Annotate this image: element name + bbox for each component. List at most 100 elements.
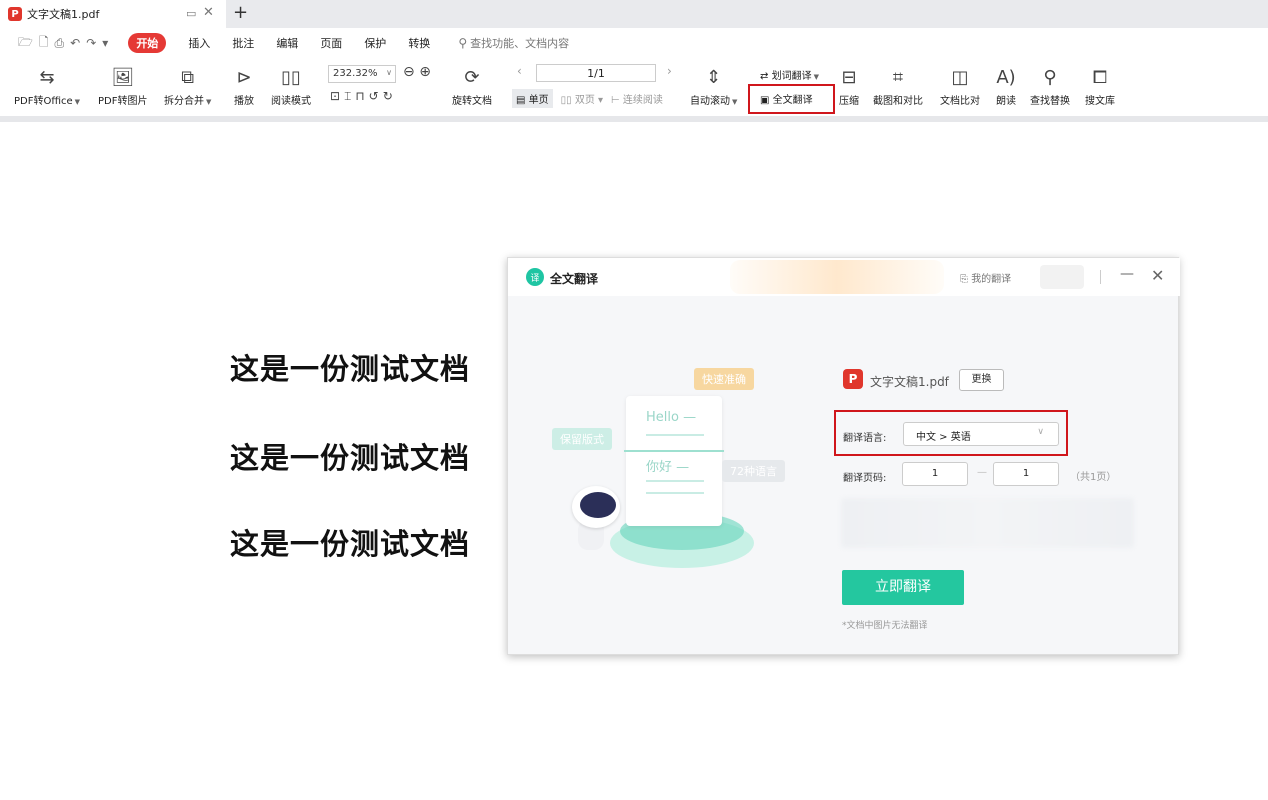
- chevron-down-icon: ▼: [74, 98, 81, 106]
- pdf-to-image-label: PDF转图片: [98, 96, 148, 107]
- customize-icon[interactable]: ▾: [102, 36, 108, 50]
- pin-icon[interactable]: ▭: [186, 7, 196, 20]
- full-translate-dialog: 译 全文翻译 ⎘ 我的翻译 — ✕ Hello — 你好 — 快速准确 保留版式…: [507, 257, 1180, 655]
- fit-width-icon[interactable]: ⊓: [355, 89, 368, 103]
- compress-icon: ⊟: [841, 66, 857, 88]
- word-translate-button[interactable]: ⇄ 划词翻译 ▼: [760, 67, 819, 82]
- prev-page-icon[interactable]: ‹: [517, 64, 522, 78]
- continuous-read-label: 连续阅读: [622, 95, 663, 106]
- actual-size-icon[interactable]: ⊡: [330, 89, 344, 103]
- play-label: 播放: [234, 96, 254, 107]
- save-icon[interactable]: 🗋: [39, 33, 49, 54]
- illustration-line: [624, 450, 724, 452]
- pdf-file-icon: P: [843, 369, 863, 389]
- translate-now-button[interactable]: 立即翻译: [842, 570, 964, 605]
- illustration-line: [646, 492, 704, 494]
- ribbon-divider: [0, 116, 1268, 122]
- split-merge-button[interactable]: ⧉ 拆分合并 ▼: [164, 64, 211, 108]
- menu-row: 🗁 🗋 ⎙ ↶ ↷ ▾ 开始 插入 批注 编辑 页面 保护 转换 ⚲ 查找功能、…: [0, 28, 1268, 58]
- doc-compare-label: 文档比对: [940, 96, 980, 107]
- speaker-icon: A): [996, 66, 1016, 88]
- rotate-right-icon[interactable]: ↻: [383, 89, 397, 103]
- feature-search[interactable]: ⚲ 查找功能、文档内容: [458, 35, 569, 51]
- pdf-to-office-button[interactable]: ⇆ PDF转Office ▼: [14, 64, 81, 108]
- bubble-fast: 快速准确: [694, 368, 754, 390]
- page-from-input[interactable]: 1: [902, 462, 968, 486]
- image-icon: 🖼: [111, 66, 135, 88]
- single-page-button[interactable]: ▤ 单页: [512, 89, 553, 108]
- page-to-input[interactable]: 1: [993, 462, 1059, 486]
- rotate-button[interactable]: ⟳ 旋转文档: [452, 64, 492, 108]
- document-line: 这是一份测试文档: [230, 527, 471, 561]
- add-tab-icon[interactable]: +: [233, 2, 248, 23]
- compare-icon: ◫: [951, 66, 969, 88]
- illustration-line: [646, 434, 704, 436]
- page-number-input[interactable]: 1/1: [536, 64, 656, 82]
- find-replace-button[interactable]: ⚲ 查找替换: [1030, 64, 1070, 108]
- read-mode-button[interactable]: ▯▯ 阅读模式: [271, 64, 311, 108]
- minimize-icon[interactable]: —: [1120, 266, 1134, 282]
- close-icon[interactable]: ✕: [1151, 266, 1164, 285]
- screenshot-compare-button[interactable]: ⌗ 截图和对比: [873, 64, 923, 108]
- page-total: （共1页）: [1070, 472, 1117, 483]
- open-icon[interactable]: 🗁: [18, 33, 33, 54]
- book-icon: ▯▯: [281, 66, 301, 88]
- rotate-label: 旋转文档: [452, 96, 492, 107]
- compress-label: 压缩: [839, 96, 859, 107]
- illustration-line: [646, 480, 704, 482]
- tab-protect[interactable]: 保护: [364, 35, 386, 51]
- header-divider: [1100, 270, 1101, 284]
- auto-scroll-button[interactable]: ⇕ 自动滚动 ▼: [690, 64, 737, 108]
- translate-icon: ⇄: [760, 71, 769, 82]
- undo-icon[interactable]: ↶: [70, 36, 80, 50]
- double-page-button[interactable]: ▯▯ 双页 ▾: [561, 91, 603, 106]
- fit-page-icon[interactable]: ⌶: [344, 89, 355, 103]
- print-icon[interactable]: ⎙: [55, 36, 65, 51]
- rotate-left-icon[interactable]: ↺: [369, 89, 383, 103]
- screenshot-icon: ⌗: [892, 66, 904, 88]
- tab-annotate[interactable]: 批注: [232, 35, 254, 51]
- next-page-icon[interactable]: ›: [667, 64, 672, 78]
- bubble-keep-format: 保留版式: [552, 428, 612, 450]
- user-avatar[interactable]: [1040, 265, 1084, 289]
- tab-page[interactable]: 页面: [320, 35, 342, 51]
- file-name: 文字文稿1.pdf: [870, 375, 949, 389]
- chevron-down-icon: ▼: [813, 73, 819, 81]
- compress-button[interactable]: ⊟ 压缩: [839, 64, 859, 108]
- read-aloud-button[interactable]: A) 朗读: [996, 64, 1016, 108]
- zoom-out-icon[interactable]: ⊖: [403, 64, 415, 80]
- illustration-nihao: 你好 —: [646, 460, 690, 475]
- my-translations-link[interactable]: ⎘ 我的翻译: [960, 270, 1011, 285]
- document-line: 这是一份测试文档: [230, 352, 471, 386]
- tab-edit[interactable]: 编辑: [276, 35, 298, 51]
- illustration-hello: Hello —: [646, 410, 697, 425]
- read-mode-label: 阅读模式: [271, 96, 311, 107]
- magnifier-icon: ⚲: [1043, 66, 1057, 88]
- close-tab-icon[interactable]: ✕: [203, 5, 214, 20]
- doc-compare-button[interactable]: ◫ 文档比对: [940, 64, 980, 108]
- search-library-button[interactable]: ⧠ 搜文库: [1085, 64, 1115, 108]
- tab-convert[interactable]: 转换: [408, 35, 430, 51]
- play-icon: ⊳: [236, 66, 252, 88]
- language-highlight: [834, 410, 1068, 456]
- change-file-button[interactable]: 更换: [959, 369, 1004, 391]
- zoom-in-icon[interactable]: ⊕: [419, 64, 431, 80]
- history-icon: ⎘: [960, 274, 968, 285]
- split-merge-icon: ⧉: [181, 66, 195, 88]
- redo-icon[interactable]: ↷: [86, 36, 96, 50]
- pdf-to-image-button[interactable]: 🖼 PDF转图片: [98, 64, 148, 108]
- auto-scroll-label: 自动滚动: [690, 96, 730, 107]
- translate-logo-icon: 译: [526, 268, 544, 286]
- fit-buttons: ⊡⌶⊓↺↻: [330, 89, 397, 104]
- document-tab[interactable]: P 文字文稿1.pdf ▭ ✕: [0, 0, 226, 28]
- pdf-logo-icon: P: [8, 7, 22, 21]
- tab-bar: P 文字文稿1.pdf ▭ ✕ +: [0, 0, 1268, 28]
- tab-start[interactable]: 开始: [128, 33, 167, 53]
- document-line: 这是一份测试文档: [230, 441, 471, 475]
- continuous-read-button[interactable]: ⊢ 连续阅读: [611, 91, 663, 106]
- robot-face: [580, 492, 616, 518]
- tab-insert[interactable]: 插入: [188, 35, 210, 51]
- bubble-languages: 72种语言: [722, 460, 785, 482]
- zoom-select[interactable]: 232.32% ∨: [328, 65, 396, 83]
- play-button[interactable]: ⊳ 播放: [234, 64, 254, 108]
